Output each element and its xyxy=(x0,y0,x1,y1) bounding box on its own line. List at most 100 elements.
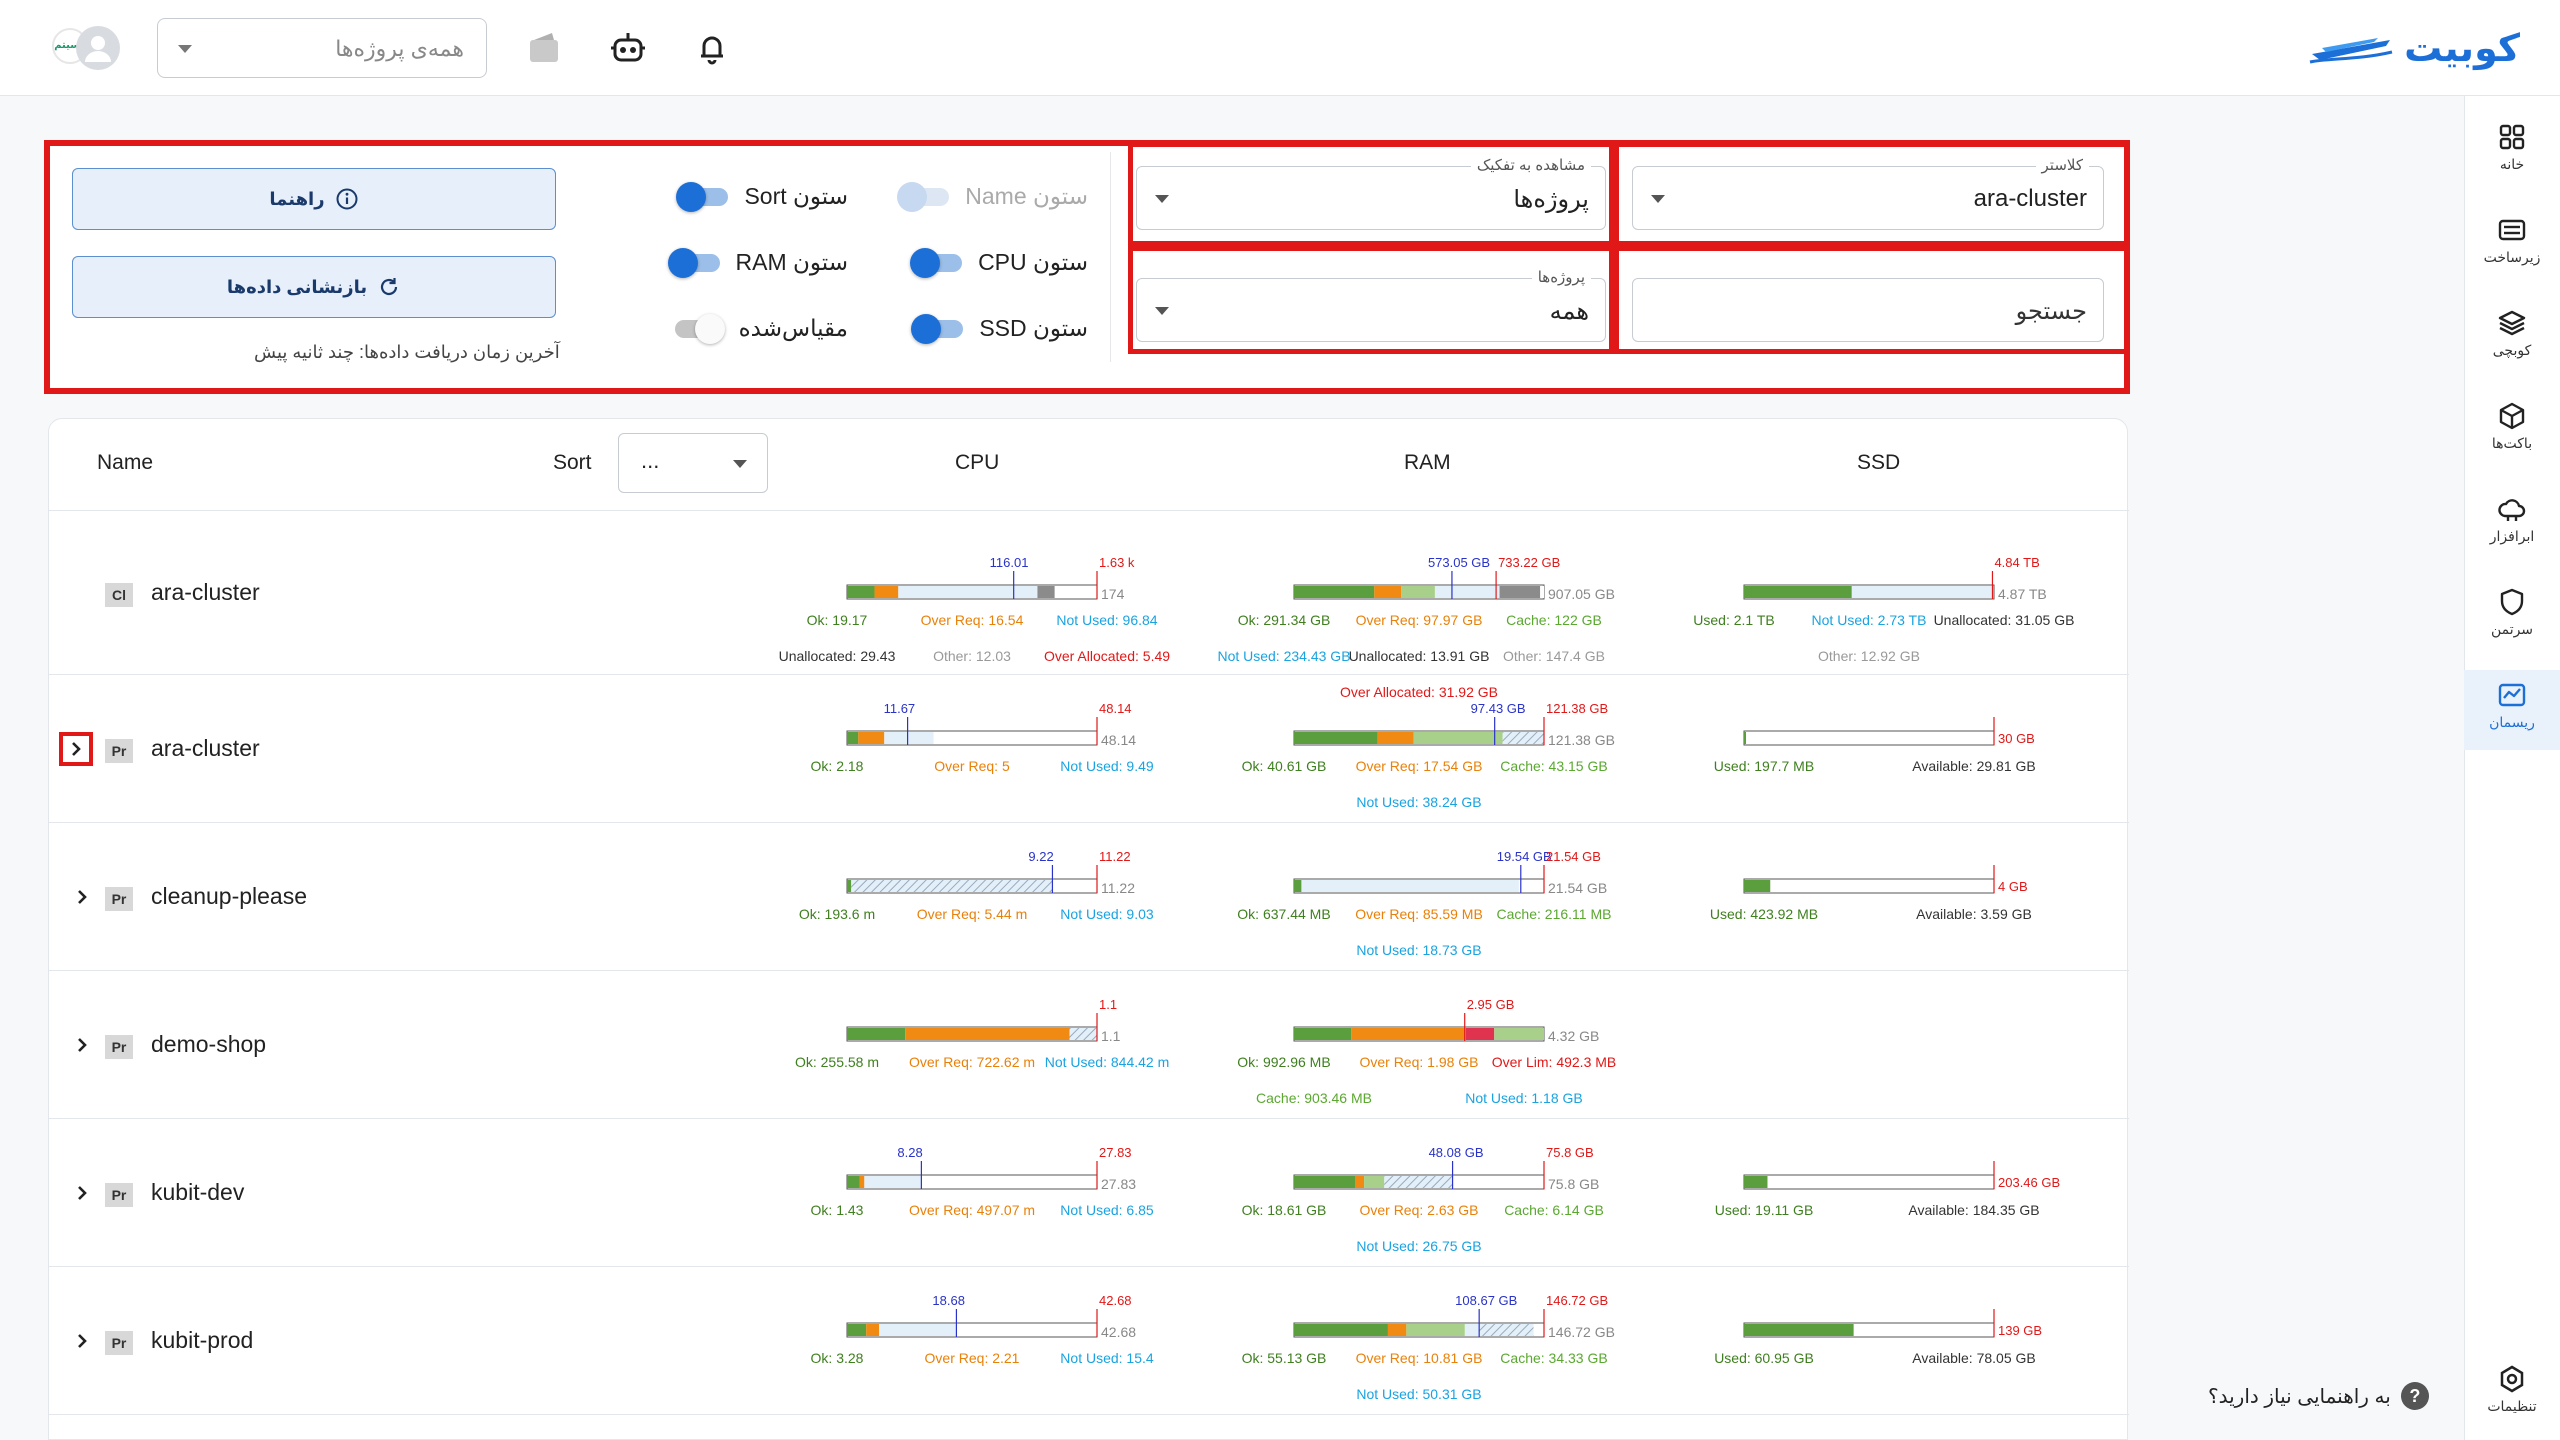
toggle-scaled[interactable]: مقیاس‌شده xyxy=(671,308,848,348)
sidebar-item-6[interactable]: ریسمان xyxy=(2464,670,2560,750)
grid-icon xyxy=(2499,124,2525,150)
table-row[interactable]: Pr kubit-prod 18.68 42.68 42.68 Ok: 3.28 Over … xyxy=(49,1267,2129,1415)
ssd-legend-label: Used: 60.95 GB xyxy=(1714,1350,1814,1366)
ram-legend-label: Cache: 903.46 MB xyxy=(1256,1090,1372,1106)
ssd-limit-label: 203.46 GB xyxy=(1998,1175,2060,1190)
cpu-segment-notused xyxy=(864,1176,922,1188)
toggle-name-column[interactable]: ستون Name xyxy=(897,176,1088,216)
cpu-legend-label: Not Used: 9.49 xyxy=(1060,758,1154,774)
refresh-icon xyxy=(381,278,398,296)
ram-legend-label: Over Lim: 492.3 MB xyxy=(1492,1054,1617,1070)
table-row[interactable]: Pr ara-cluster 11.67 48.14 48.14 Ok: 2.18 Over… xyxy=(49,675,2129,823)
table-row[interactable]: Pr kubit-dev 8.28 27.83 27.83 Ok: 1.43 Over Re… xyxy=(49,1119,2129,1267)
cpu-segment-ok xyxy=(847,586,875,598)
row-usage-charts: 116.01 1.63 k 174 Ok: 19.17 Over Req: 16.54 N… xyxy=(779,555,2075,700)
projects-select[interactable]: پروژه‌ها همه xyxy=(1136,268,1606,342)
header-cpu[interactable]: CPU xyxy=(955,451,999,475)
cpu-segment-over xyxy=(858,732,885,744)
sidebar-item-0[interactable]: خانه xyxy=(2464,112,2560,192)
cpu-capacity-label: 11.22 xyxy=(1101,880,1135,896)
ssd-legend-label: Used: 197.7 MB xyxy=(1714,758,1814,774)
table-row[interactable]: Cl ara-cluster 116.01 1.63 k 174 Ok: 19.17 Ove… xyxy=(49,511,2129,700)
project-select[interactable]: همه‌ی پروژه‌ها xyxy=(157,18,487,78)
sidebar-item-1[interactable]: زیرساخت xyxy=(2464,205,2560,285)
ram-usage-bar: 19.54 GB21.54 GB21.54 GBOk: 637.44 MB Ove… xyxy=(1237,849,1611,958)
sort-select[interactable]: ... xyxy=(618,433,768,493)
ram-request-label: 573.05 GB xyxy=(1428,555,1490,570)
sidebar-item-settings[interactable]: تنظیمات xyxy=(2464,1354,2560,1434)
sidebar-item-label: خانه xyxy=(2499,156,2525,172)
cpu-legend-label: Not Used: 9.03 xyxy=(1060,906,1154,922)
cpu-capacity-label: 27.83 xyxy=(1101,1176,1136,1192)
ram-usage-bar: 108.67 GB 146.72 GB 146.72 GB Ok: 55.13 GB O… xyxy=(1242,1293,1615,1402)
chevron-down-icon xyxy=(1155,195,1169,203)
toggle-label: ستون CPU xyxy=(978,248,1088,275)
ssd-legend-label: Available: 3.59 GB xyxy=(1916,906,2032,922)
sidebar-item-4[interactable]: ابرافزار xyxy=(2464,484,2560,564)
ram-legend-label: Cache: 6.14 GB xyxy=(1504,1202,1604,1218)
ram-segment-notused xyxy=(1464,1324,1480,1336)
toggle-switch[interactable] xyxy=(910,248,964,278)
ram-segment-overlim xyxy=(1465,1028,1495,1040)
wallet-icon[interactable] xyxy=(524,28,564,68)
ram-usage-bar: 97.43 GB 121.38 GB 121.38 GB Ok: 40.61 GB Ov… xyxy=(1242,701,1615,810)
guide-button[interactable]: راهنما xyxy=(72,168,556,230)
cpu-segment-notused xyxy=(898,586,1038,598)
header-ssd[interactable]: SSD xyxy=(1857,451,1900,475)
table-row[interactable]: Pr cleanup-please 9.22 11.22 11.22 Ok: 193.6 … xyxy=(49,823,2129,971)
robot-icon[interactable] xyxy=(608,28,648,68)
toggle-cpu-column[interactable]: ستون CPU xyxy=(910,242,1088,282)
ssd-usage-bar: 30 GB Used: 197.7 MB Available: 29.81 GB xyxy=(1714,717,2036,774)
cpu-legend-label: Ok: 2.18 xyxy=(811,758,864,774)
cpu-capacity-label: 1.1 xyxy=(1101,1028,1121,1044)
sidebar-item-2[interactable]: کوبچی xyxy=(2464,298,2560,378)
ram-limit-label: 121.38 GB xyxy=(1546,701,1608,716)
toggle-switch[interactable] xyxy=(676,182,730,212)
cluster-label: کلاستر xyxy=(2035,156,2089,174)
cpu-legend-label: Over Req: 2.21 xyxy=(925,1350,1020,1366)
ram-request-label: 97.43 GB xyxy=(1471,701,1526,716)
avatar[interactable]: رسیتم xyxy=(52,26,120,72)
cpu-legend-label: Over Req: 16.54 xyxy=(921,612,1024,628)
cpu-legend-label: Over Req: 5.44 m xyxy=(917,906,1028,922)
help-link[interactable]: ? به راهنمایی نیاز دارید؟ xyxy=(2208,1382,2429,1410)
toggle-switch[interactable] xyxy=(667,248,722,278)
ram-legend-label: Not Used: 38.24 GB xyxy=(1356,794,1481,810)
breakdown-select[interactable]: مشاهده به تفکیک پروژه‌ها xyxy=(1136,156,1606,230)
toggle-sort-column[interactable]: ستون Sort xyxy=(676,176,848,216)
reset-data-button[interactable]: بازنشانی داده‌ها xyxy=(72,256,556,318)
toggle-switch[interactable] xyxy=(911,314,965,344)
ram-usage-bar: 48.08 GB 75.8 GB 75.8 GB Ok: 18.61 GB Over R… xyxy=(1242,1145,1604,1254)
search-input[interactable]: جستجو xyxy=(1632,278,2104,342)
ssd-usage-bar: 203.46 GB Used: 19.11 GB Available: 184.35… xyxy=(1715,1161,2060,1218)
ssd-segment-ok xyxy=(1744,586,1852,598)
ram-limit-label: 2.95 GB xyxy=(1467,997,1515,1012)
cpu-limit-label: 48.14 xyxy=(1099,701,1132,716)
ram-limit-label: 75.8 GB xyxy=(1546,1145,1594,1160)
toggle-ssd-column[interactable]: ستون SSD xyxy=(911,308,1088,348)
guide-button-label: راهنما xyxy=(269,188,325,209)
chevron-down-icon xyxy=(1155,307,1169,315)
sidebar-item-label: تنظیمات xyxy=(2487,1398,2537,1414)
cpu-usage-bar: 8.28 27.83 27.83 Ok: 1.43 Over Req: 497.07 m… xyxy=(811,1145,1154,1218)
project-select-placeholder: همه‌ی پروژه‌ها xyxy=(335,36,464,61)
ssd-segment-ok xyxy=(1744,1176,1768,1188)
cpu-segment-unalloc xyxy=(1054,586,1097,598)
projects-value: همه xyxy=(1549,298,1589,325)
toggle-ram-column[interactable]: ستون RAM xyxy=(667,242,848,282)
sidebar-item-3[interactable]: باکت‌ها xyxy=(2464,391,2560,471)
table-row[interactable]: Pr demo-shop 1.1 1.1 Ok: 255.58 m Over Req: 7… xyxy=(49,971,2129,1119)
bell-icon[interactable] xyxy=(692,28,732,68)
toggle-switch[interactable] xyxy=(671,314,725,344)
cpu-segment-over xyxy=(905,1028,1070,1040)
header-name[interactable]: Name xyxy=(97,451,153,475)
ssd-legend-label: Available: 184.35 GB xyxy=(1908,1202,2039,1218)
row-usage-charts: 8.28 27.83 27.83 Ok: 1.43 Over Req: 497.07 m… xyxy=(811,1145,2061,1254)
cluster-select[interactable]: کلاستر ara-cluster xyxy=(1632,156,2104,230)
header-ram[interactable]: RAM xyxy=(1404,451,1451,475)
ssd-limit-label: 4.84 TB xyxy=(1994,555,2039,570)
toggle-switch[interactable] xyxy=(897,182,951,212)
sidebar-item-5[interactable]: سرتمن xyxy=(2464,577,2560,657)
ssd-usage-bar: 4.84 TB 4.87 TB Used: 2.1 TB Not Used: 2.73… xyxy=(1693,555,2074,664)
kubit-logo[interactable]: کوبیت xyxy=(2308,22,2520,74)
